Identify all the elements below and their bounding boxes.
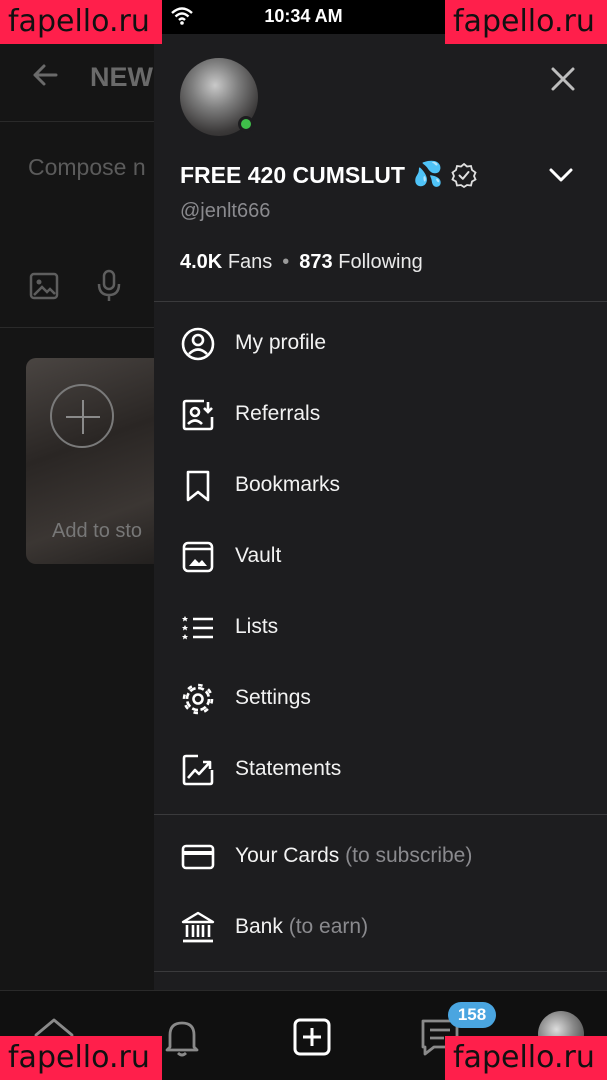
menu-label: Referrals: [235, 402, 321, 425]
vault-icon: [182, 541, 214, 573]
account-drawer: FREE 420 CUMSLUT 💦 @jenlt666 4.0K Fans • 8…: [154, 34, 607, 990]
menu-item-bookmarks[interactable]: Bookmarks: [154, 454, 607, 518]
add-story-plus-icon: [50, 384, 114, 448]
menu-label: Statements: [235, 757, 342, 780]
cards-label: Your Cards: [235, 844, 340, 867]
divider: [154, 814, 607, 815]
following-stat[interactable]: 873 Following: [299, 251, 422, 273]
menu-label: Lists: [235, 615, 279, 638]
lists-icon: [182, 616, 213, 640]
menu-item-bank[interactable]: Bank (to earn): [154, 896, 607, 960]
bookmark-icon: [186, 470, 210, 502]
watermark: fapello.ru: [0, 0, 162, 44]
following-label: Following: [338, 251, 423, 273]
menu-item-vault[interactable]: Vault: [154, 525, 607, 589]
follow-stats: 4.0K Fans • 873 Following: [180, 251, 423, 274]
page-title: NEW: [90, 62, 153, 92]
username-handle: @jenlt666: [180, 200, 271, 222]
watermark: fapello.ru: [445, 0, 607, 44]
bank-label: Bank: [235, 915, 283, 938]
online-indicator: [238, 116, 254, 132]
chevron-down-icon[interactable]: [546, 164, 576, 186]
watermark: fapello.ru: [445, 1036, 607, 1080]
menu-label: My profile: [235, 331, 327, 354]
card-icon: [181, 844, 215, 870]
messages-badge: 158: [448, 1002, 496, 1028]
microphone-icon[interactable]: [94, 268, 124, 304]
display-name-row: FREE 420 CUMSLUT 💦: [180, 158, 477, 192]
menu-label: Settings: [235, 686, 311, 709]
menu-item-my-profile[interactable]: My profile: [154, 312, 607, 376]
fans-label: Fans: [227, 251, 273, 273]
following-count: 873: [299, 251, 333, 273]
close-icon[interactable]: [548, 64, 578, 94]
divider: [154, 301, 607, 302]
compose-input[interactable]: Compose n: [28, 154, 146, 181]
menu-item-lists[interactable]: Lists: [154, 596, 607, 660]
gear-icon: [182, 683, 214, 715]
fans-count: 4.0K: [180, 251, 223, 273]
image-icon[interactable]: [28, 270, 60, 302]
watermark: fapello.ru: [0, 1036, 162, 1080]
bell-icon[interactable]: [160, 1015, 204, 1059]
bank-icon: [181, 911, 215, 943]
menu-label: Bookmarks: [235, 473, 341, 496]
add-story-label: Add to sto: [52, 520, 143, 542]
user-circle-icon: [181, 327, 215, 361]
add-post-icon[interactable]: [290, 1015, 334, 1059]
back-arrow-icon[interactable]: [30, 60, 60, 90]
stats-separator: •: [282, 251, 290, 273]
divider: [154, 971, 607, 972]
menu-item-settings[interactable]: Settings: [154, 667, 607, 731]
referrals-icon: [182, 399, 214, 431]
water-drops-emoji: 💦: [412, 161, 443, 188]
menu-item-your-cards[interactable]: Your Cards (to subscribe): [154, 825, 607, 889]
bank-sub-label: (to earn): [288, 915, 369, 938]
display-name: FREE 420 CUMSLUT: [180, 161, 405, 188]
menu-label: Vault: [235, 544, 282, 567]
menu-item-referrals[interactable]: Referrals: [154, 383, 607, 447]
menu-label: Bank (to earn): [235, 915, 368, 939]
verified-icon: [451, 162, 477, 188]
cards-sub-label: (to subscribe): [345, 844, 473, 867]
statements-icon: [182, 754, 214, 786]
menu-item-statements[interactable]: Statements: [154, 738, 607, 802]
menu-label: Your Cards (to subscribe): [235, 844, 472, 868]
fans-stat[interactable]: 4.0K Fans: [180, 251, 272, 273]
